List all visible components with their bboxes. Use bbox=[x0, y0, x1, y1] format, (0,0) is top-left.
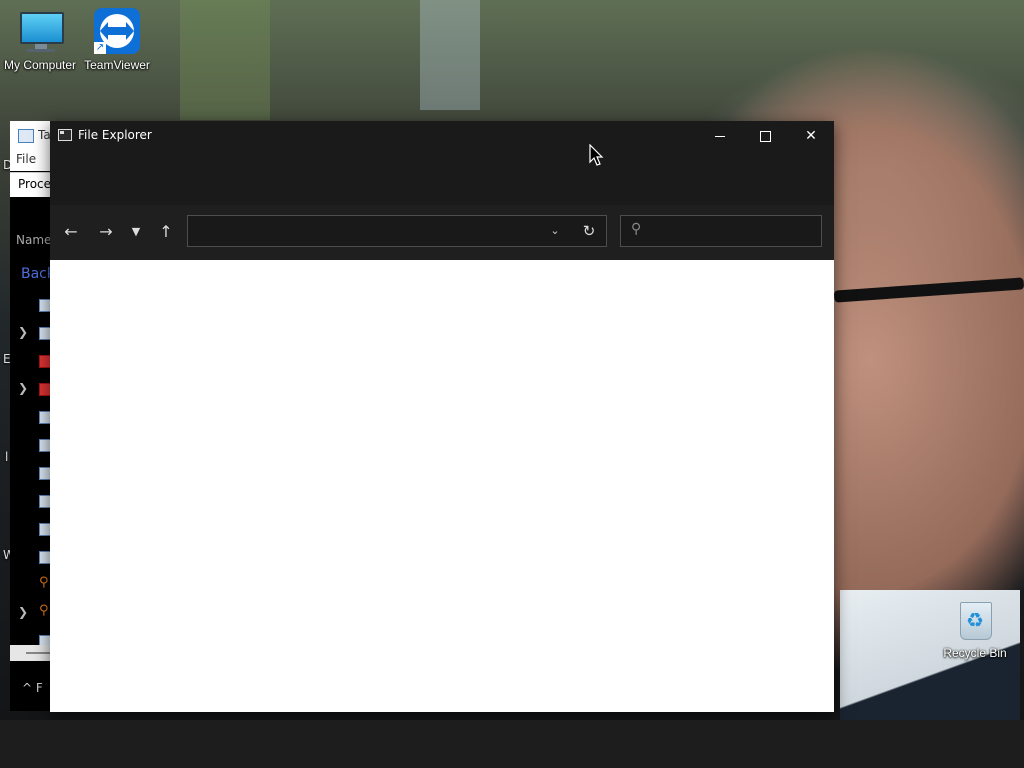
search-input[interactable] bbox=[651, 220, 815, 244]
back-button[interactable]: ← bbox=[58, 219, 84, 245]
window-title: File Explorer bbox=[78, 128, 152, 142]
desktop-icon-label: TeamViewer bbox=[84, 58, 150, 72]
refresh-icon: ↻ bbox=[582, 222, 596, 240]
chevron-down-icon: ▼ bbox=[131, 225, 141, 238]
wallpaper-detail bbox=[833, 277, 1024, 303]
task-manager-icon bbox=[18, 129, 34, 143]
desktop-icon-label: Recycle Bin bbox=[943, 646, 1007, 660]
recycle-bin-icon: ♻ bbox=[952, 596, 998, 642]
search-process-icon: ⚲ bbox=[39, 575, 49, 590]
shortcut-arrow-icon: ↗ bbox=[94, 42, 106, 54]
desktop-icon-label: My Computer bbox=[3, 58, 77, 72]
minimize-button[interactable] bbox=[697, 121, 743, 151]
close-icon: ✕ bbox=[805, 128, 817, 144]
navigation-bar: ← → ▼ ↑ ⌄ ↻ ⚲ bbox=[50, 205, 834, 260]
teamviewer-icon: ↗ bbox=[94, 8, 140, 54]
maximize-button[interactable] bbox=[742, 121, 788, 151]
title-bar[interactable]: File Explorer ✕ bbox=[50, 121, 834, 151]
obscured-text: l bbox=[5, 450, 9, 464]
close-button[interactable]: ✕ bbox=[788, 121, 834, 151]
minimize-icon bbox=[715, 135, 725, 137]
search-box[interactable]: ⚲ bbox=[620, 215, 822, 247]
up-button[interactable]: ↑ bbox=[153, 219, 179, 245]
chevron-down-icon: ⌄ bbox=[550, 224, 560, 237]
ribbon-area bbox=[50, 151, 834, 205]
address-dropdown-button[interactable]: ⌄ bbox=[544, 220, 566, 242]
arrow-right-icon: → bbox=[99, 222, 113, 241]
file-explorer-window[interactable]: File Explorer ✕ ← → ▼ ↑ ⌄ ↻ ⚲ bbox=[50, 121, 834, 712]
task-manager-title: Ta bbox=[38, 128, 51, 142]
expand-chevron-icon[interactable]: ❯ bbox=[18, 605, 28, 619]
file-explorer-icon bbox=[58, 129, 72, 141]
wallpaper-detail bbox=[180, 0, 270, 120]
address-input[interactable] bbox=[194, 220, 538, 244]
arrow-left-icon: ← bbox=[64, 222, 78, 241]
taskbar[interactable] bbox=[0, 720, 1024, 768]
desktop-icon-teamviewer[interactable]: ↗ TeamViewer bbox=[77, 8, 157, 72]
column-header-name[interactable]: Name bbox=[16, 233, 51, 247]
menu-file[interactable]: File bbox=[16, 152, 36, 166]
forward-button[interactable]: → bbox=[93, 219, 119, 245]
desktop-icon-recycle-bin[interactable]: ♻ Recycle Bin bbox=[935, 596, 1015, 660]
expand-chevron-icon[interactable]: ❯ bbox=[18, 325, 28, 339]
recent-locations-button[interactable]: ▼ bbox=[123, 219, 149, 245]
file-list-area[interactable] bbox=[50, 260, 834, 712]
desktop-icon-my-computer[interactable]: My Computer bbox=[0, 8, 80, 72]
search-process-icon: ⚲ bbox=[39, 603, 49, 618]
arrow-up-icon: ↑ bbox=[159, 222, 173, 241]
address-bar[interactable]: ⌄ ↻ bbox=[187, 215, 607, 247]
search-icon: ⚲ bbox=[631, 221, 642, 237]
fewer-details-toggle[interactable]: ^ F bbox=[22, 681, 43, 695]
wallpaper-detail bbox=[420, 0, 480, 110]
computer-icon bbox=[17, 8, 64, 54]
maximize-icon bbox=[759, 130, 771, 142]
refresh-button[interactable]: ↻ bbox=[578, 220, 600, 242]
expand-chevron-icon[interactable]: ❯ bbox=[18, 381, 28, 395]
